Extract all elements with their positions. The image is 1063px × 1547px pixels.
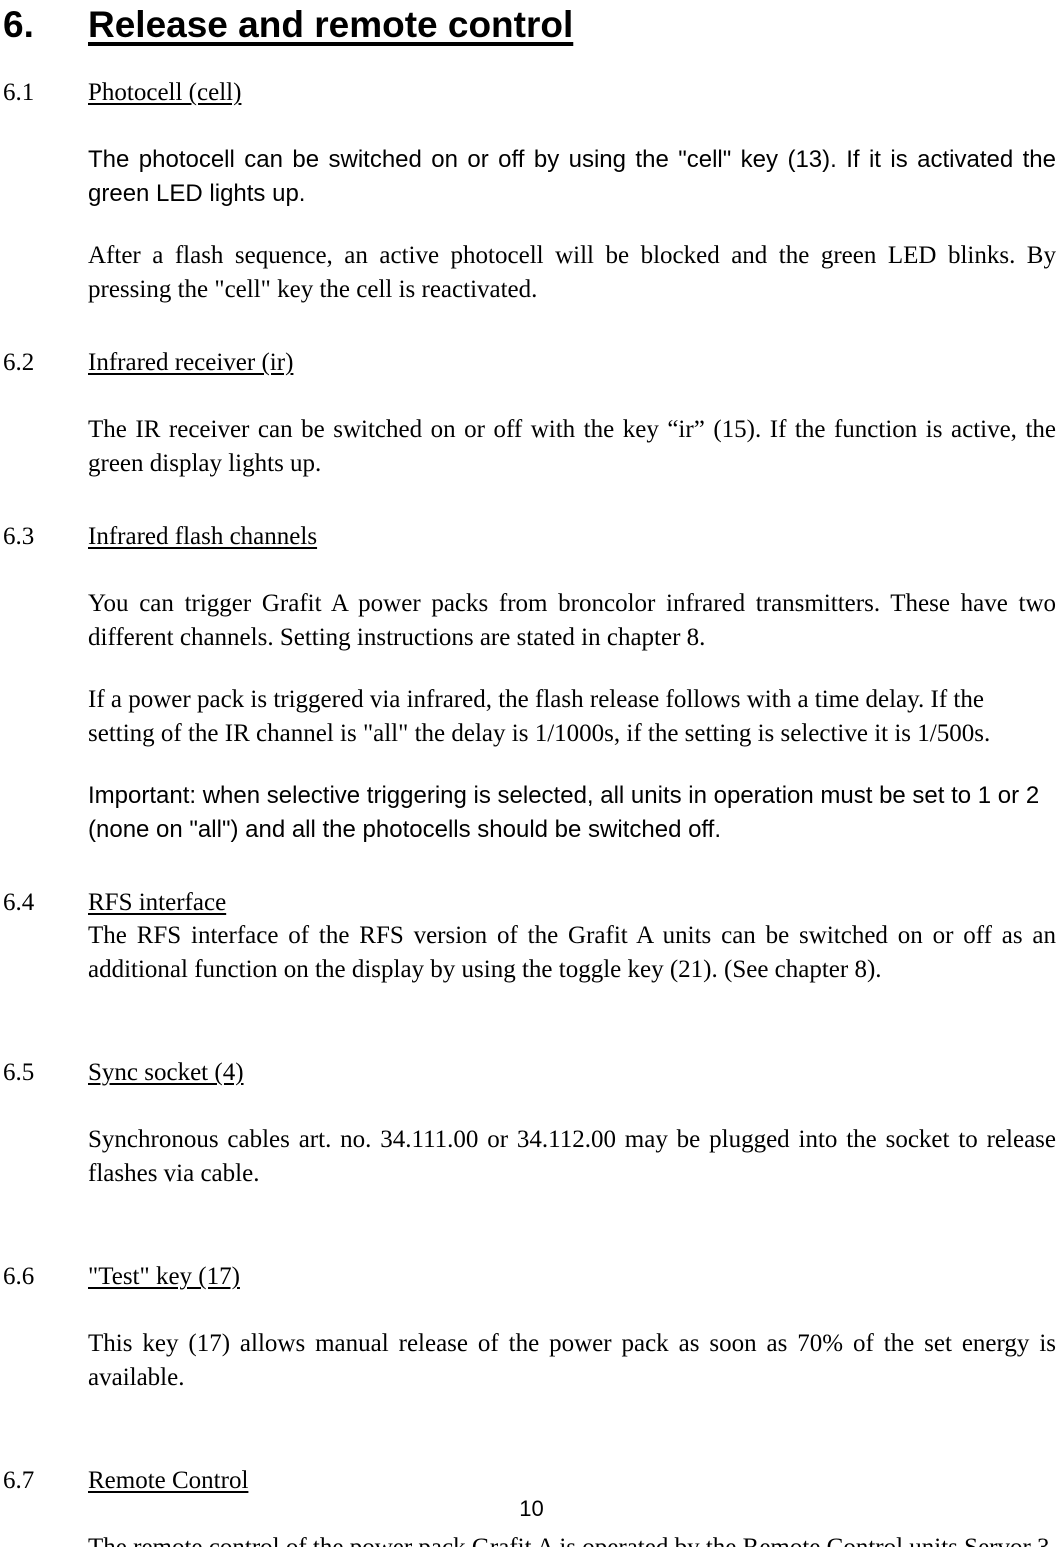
paragraph: If a power pack is triggered via infrare… bbox=[88, 686, 991, 747]
section-heading-6-2: 6.2 Infrared receiver (ir) bbox=[3, 347, 1056, 379]
section-heading-6-3: 6.3 Infrared flash channels bbox=[3, 521, 1056, 553]
paragraph: The RFS interface of the RFS version of … bbox=[88, 922, 1056, 983]
chapter-title-text: Release and remote control bbox=[88, 4, 574, 45]
paragraph: After a flash sequence, an active photoc… bbox=[88, 242, 1056, 303]
page-number: 10 bbox=[519, 1496, 544, 1521]
section-title: Sync socket (4) bbox=[88, 1059, 244, 1086]
section-heading-6-7: 6.7 Remote Control bbox=[3, 1465, 1056, 1497]
section-number: 6.3 bbox=[3, 523, 35, 550]
section-number: 6.4 bbox=[3, 889, 35, 916]
section-number: 6.2 bbox=[3, 349, 35, 376]
chapter-heading: 6. Release and remote control bbox=[3, 0, 1056, 47]
section-number: 6.6 bbox=[3, 1263, 35, 1290]
paragraph: You can trigger Grafit A power packs fro… bbox=[88, 590, 1056, 651]
paragraph-important: Important: when selective triggering is … bbox=[88, 782, 1040, 843]
chapter-number: 6. bbox=[3, 4, 34, 45]
section-heading-6-6: 6.6 "Test" key (17) bbox=[3, 1261, 1056, 1293]
section-title: "Test" key (17) bbox=[88, 1263, 240, 1290]
section-title: Remote Control bbox=[88, 1467, 249, 1494]
section-title: Infrared flash channels bbox=[88, 523, 318, 550]
paragraph: Synchronous cables art. no. 34.111.00 or… bbox=[88, 1126, 1056, 1187]
paragraph: The remote control of the power pack Gra… bbox=[88, 1531, 1056, 1547]
section-title: Infrared receiver (ir) bbox=[88, 349, 294, 376]
section-number: 6.5 bbox=[3, 1059, 35, 1086]
page-content: 6. Release and remote control 6.1 Photoc… bbox=[3, 0, 1056, 1547]
section-heading-6-1: 6.1 Photocell (cell) bbox=[3, 77, 1056, 109]
section-heading-6-5: 6.5 Sync socket (4) bbox=[3, 1057, 1056, 1089]
paragraph: This key (17) allows manual release of t… bbox=[88, 1330, 1056, 1391]
section-heading-6-4: 6.4 RFS interface bbox=[3, 887, 1056, 919]
section-title: RFS interface bbox=[88, 889, 227, 916]
section-title: Photocell (cell) bbox=[88, 79, 242, 106]
section-number: 6.1 bbox=[3, 79, 35, 106]
paragraph: The IR receiver can be switched on or of… bbox=[88, 416, 1056, 477]
paragraph: The photocell can be switched on or off … bbox=[88, 146, 1056, 207]
document-page: 6. Release and remote control 6.1 Photoc… bbox=[0, 0, 1063, 1547]
section-number: 6.7 bbox=[3, 1467, 35, 1494]
